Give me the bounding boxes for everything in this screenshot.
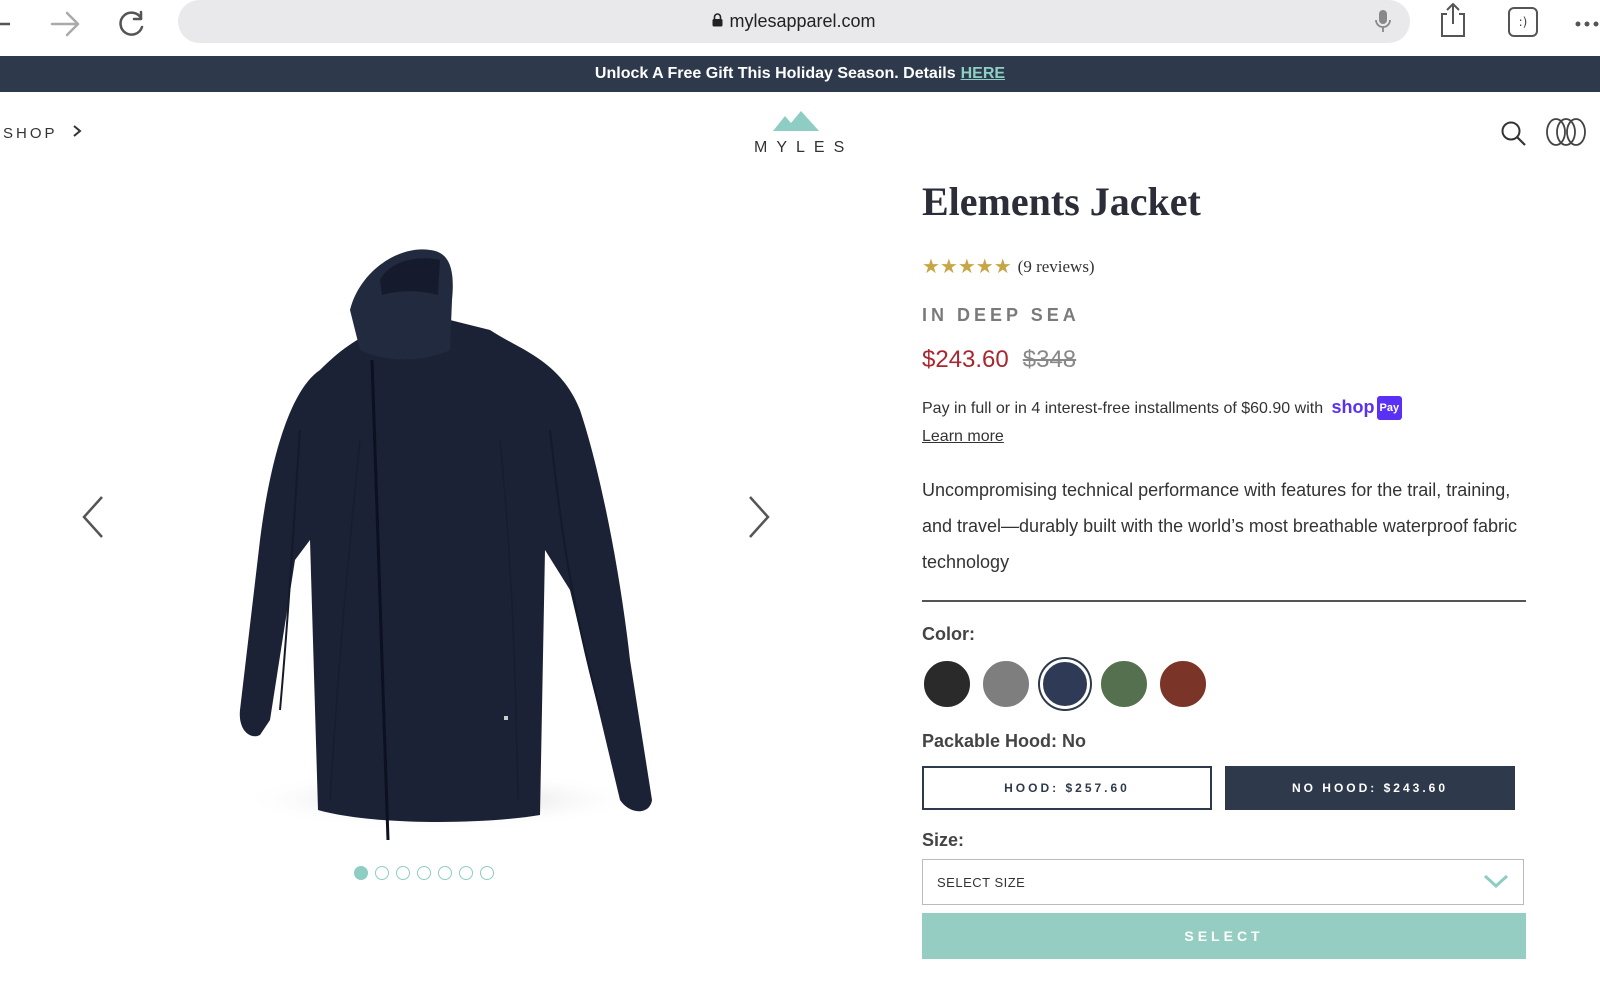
gallery-dot[interactable] <box>459 866 473 880</box>
chevron-left-icon <box>82 496 103 538</box>
promo-text: Unlock A Free Gift This Holiday Season. … <box>594 65 956 82</box>
product-description: Uncompromising technical performance wit… <box>922 480 1517 572</box>
cart-button[interactable] <box>1544 116 1588 148</box>
size-select[interactable]: SELECT SIZE <box>922 859 1524 905</box>
url-text: mylesapparel.com <box>729 11 876 31</box>
browser-toolbar: mylesapparel.com :) <box>0 0 1600 56</box>
select-button[interactable]: SELECT <box>922 913 1526 959</box>
star-rating-icon: ★★★★★ <box>922 256 1012 278</box>
gallery-pagination <box>354 866 494 880</box>
color-label: Color: <box>922 624 975 644</box>
review-count[interactable]: (9 reviews) <box>1018 257 1095 277</box>
gallery-dot[interactable] <box>375 866 389 880</box>
product-image[interactable] <box>200 240 720 851</box>
shop-label: SHOP <box>3 124 58 142</box>
color-swatches <box>922 659 1532 709</box>
site-logo[interactable]: MYLES <box>746 110 846 157</box>
installments-message: Pay in full or in 4 interest-free instal… <box>922 400 1324 417</box>
arrow-right-icon <box>50 11 80 37</box>
share-icon <box>1441 3 1465 37</box>
pay-badge: Pay <box>1376 396 1403 420</box>
no-hood-option-button[interactable]: NO HOOD: $243.60 <box>1225 766 1515 810</box>
color-swatch-deep-sea[interactable] <box>1040 659 1090 709</box>
tabs-icon-label: :) <box>1518 15 1528 29</box>
shop-menu-link[interactable]: SHOP <box>3 124 82 142</box>
hood-label: Packable Hood: No <box>922 731 1087 751</box>
original-price: $348 <box>1022 346 1077 373</box>
lock-icon <box>712 11 723 32</box>
more-icon <box>1575 21 1599 27</box>
logo-text: MYLES <box>754 139 854 156</box>
color-swatch-gray[interactable] <box>981 659 1031 709</box>
search-button[interactable] <box>1500 120 1528 148</box>
promo-link[interactable]: HERE <box>961 65 1005 83</box>
search-icon <box>1501 121 1526 146</box>
gallery-prev-button[interactable] <box>78 494 108 540</box>
reload-icon <box>119 10 144 36</box>
reload-button[interactable] <box>114 4 150 44</box>
color-swatch-rust[interactable] <box>1158 659 1208 709</box>
chevron-right-icon <box>72 124 82 142</box>
address-bar[interactable]: mylesapparel.com <box>178 0 1410 43</box>
promo-banner: Unlock A Free Gift This Holiday Season. … <box>0 56 1600 92</box>
size-placeholder: SELECT SIZE <box>937 874 1026 890</box>
microphone-icon[interactable] <box>1374 9 1392 38</box>
cart-icon <box>1546 118 1586 146</box>
color-swatch-black[interactable] <box>922 659 972 709</box>
learn-more-link[interactable]: Learn more <box>922 428 1004 446</box>
forward-button[interactable] <box>48 4 84 44</box>
hood-options: HOOD: $257.60 NO HOOD: $243.60 <box>922 766 1532 810</box>
price-row: $243.60 $348 <box>922 346 1532 374</box>
product-info: Elements Jacket ★★★★★ (9 reviews) IN DEE… <box>922 180 1532 959</box>
back-button[interactable] <box>0 4 18 44</box>
size-label: Size: <box>922 830 965 850</box>
product-gallery <box>0 160 880 940</box>
gallery-dot[interactable] <box>396 866 410 880</box>
more-options-button[interactable] <box>1574 4 1600 40</box>
mountain-logo-icon <box>773 111 819 131</box>
shop-pay-label: shop <box>1331 397 1375 417</box>
gallery-dot[interactable] <box>354 866 368 880</box>
shop-pay-logo: shop Pay <box>1331 396 1403 420</box>
sale-price: $243.60 <box>922 346 1009 373</box>
gallery-next-button[interactable] <box>744 494 774 540</box>
gallery-dot[interactable] <box>417 866 431 880</box>
color-swatch-green[interactable] <box>1099 659 1149 709</box>
divider <box>922 600 1526 602</box>
installments-text: Pay in full or in 4 interest-free instal… <box>922 396 1532 420</box>
chevron-right-icon <box>749 496 770 538</box>
gallery-dot[interactable] <box>438 866 452 880</box>
gallery-dot[interactable] <box>480 866 494 880</box>
chevron-down-icon <box>1483 873 1509 892</box>
product-title: Elements Jacket <box>922 179 1201 224</box>
hood-option-button[interactable]: HOOD: $257.60 <box>922 766 1212 810</box>
rating-row[interactable]: ★★★★★ (9 reviews) <box>922 254 1532 279</box>
selected-color-name: IN DEEP SEA <box>922 305 1080 325</box>
share-button[interactable] <box>1438 2 1472 42</box>
tabs-button[interactable]: :) <box>1508 7 1538 37</box>
